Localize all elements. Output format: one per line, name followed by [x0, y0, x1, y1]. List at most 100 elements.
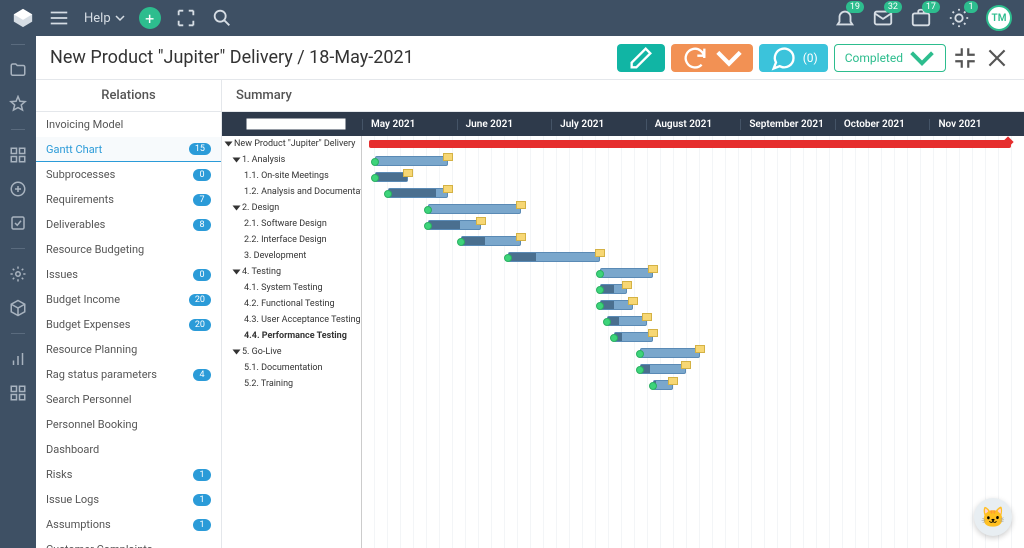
gantt-task-label: 2.1. Software Design [244, 219, 327, 229]
bar-end-flag-icon [516, 201, 526, 209]
gantt-task-row[interactable]: 4.3. User Acceptance Testing [222, 312, 361, 328]
bar-end-flag-icon [516, 233, 526, 241]
add-button[interactable]: + [139, 7, 161, 29]
sidebar-item[interactable]: Personnel Booking [36, 412, 221, 437]
gantt-bar[interactable] [600, 268, 653, 278]
sidebar-item[interactable]: Search Personnel [36, 387, 221, 412]
gantt-bar[interactable] [600, 284, 626, 294]
sidebar-item[interactable]: Resource Planning [36, 337, 221, 362]
close-icon[interactable] [984, 45, 1010, 71]
rail-gear-icon[interactable] [9, 265, 27, 283]
gantt-bar[interactable] [375, 172, 408, 182]
gantt-task-row[interactable]: 1.1. On-site Meetings [222, 168, 361, 184]
expand-caret-icon[interactable] [233, 158, 241, 163]
gantt-task-row[interactable]: 4.4. Performance Testing [222, 328, 361, 344]
rail-star-icon[interactable] [9, 95, 27, 113]
gantt-bar[interactable] [640, 348, 700, 358]
gantt-bar[interactable] [508, 252, 601, 262]
collapse-icon[interactable] [952, 45, 978, 71]
comments-button[interactable]: (0) [759, 44, 828, 72]
bar-end-flag-icon [681, 361, 691, 369]
sidebar-item[interactable]: Budget Expenses20 [36, 312, 221, 337]
fullscreen-icon[interactable] [175, 7, 197, 29]
user-avatar[interactable]: TM [986, 5, 1012, 31]
gantt-month-header: September 2021 [740, 119, 835, 130]
sidebar-item[interactable]: Risks1 [36, 462, 221, 487]
rail-apps-icon[interactable] [9, 146, 27, 164]
gantt-task-label: 3. Development [244, 251, 306, 261]
sidebar-item[interactable]: Dashboard [36, 437, 221, 462]
sidebar-item[interactable]: Gantt Chart15 [36, 137, 221, 162]
refresh-button[interactable] [671, 44, 753, 72]
gantt-task-row[interactable]: 4. Testing [222, 264, 361, 280]
gantt-bar[interactable] [428, 204, 521, 214]
gantt-task-row[interactable]: 4.1. System Testing [222, 280, 361, 296]
sidebar-item[interactable]: Deliverables8 [36, 212, 221, 237]
app-logo[interactable] [12, 7, 34, 29]
brightness-icon[interactable]: 1 [948, 7, 970, 29]
sidebar-item[interactable]: Invoicing Model [36, 112, 221, 137]
sidebar-item-count: 0 [193, 269, 211, 281]
sidebar-item[interactable]: Subprocesses0 [36, 162, 221, 187]
gantt-task-row[interactable]: New Product "Jupiter" Delivery [222, 136, 361, 152]
gantt-bar[interactable] [461, 236, 521, 246]
messages-icon[interactable]: 32 [872, 7, 894, 29]
expand-caret-icon[interactable] [225, 142, 233, 147]
gantt-task-row[interactable]: 5.2. Training [222, 376, 361, 392]
sidebar-item[interactable]: Resource Budgeting [36, 237, 221, 262]
gantt-task-row[interactable]: 4.2. Functional Testing [222, 296, 361, 312]
gantt-task-label: 4.2. Functional Testing [244, 299, 335, 309]
gantt-task-row[interactable]: 3. Development [222, 248, 361, 264]
content-tab-summary[interactable]: Summary [222, 80, 1024, 112]
notifications-icon[interactable]: 19 [834, 7, 856, 29]
gantt-bar[interactable] [640, 364, 686, 374]
expand-caret-icon[interactable] [233, 206, 241, 211]
gantt-task-label: 1.2. Analysis and Documentat.. [244, 187, 361, 197]
status-dropdown[interactable]: Completed [834, 44, 946, 72]
sidebar-item[interactable]: Customer Complaints [36, 537, 221, 548]
gantt-task-label: 5.1. Documentation [244, 363, 323, 373]
briefcase-icon[interactable]: 17 [910, 7, 932, 29]
gantt-bar[interactable] [428, 220, 481, 230]
gantt-task-row[interactable]: 2.2. Interface Design [222, 232, 361, 248]
sidebar-item-label: Resource Planning [46, 343, 137, 356]
gantt-bar[interactable] [375, 156, 448, 166]
sidebar-item[interactable]: Requirements 7 [36, 187, 221, 212]
gantt-bar[interactable] [600, 300, 633, 310]
sidebar-item[interactable]: Budget Income20 [36, 287, 221, 312]
gantt-task-row[interactable]: 5.1. Documentation [222, 360, 361, 376]
gantt-task-row[interactable]: 1. Analysis [222, 152, 361, 168]
sidebar-item[interactable]: Issue Logs1 [36, 487, 221, 512]
gantt-task-row[interactable]: 1.2. Analysis and Documentat.. [222, 184, 361, 200]
sidebar-item[interactable]: Rag status parameters4 [36, 362, 221, 387]
sidebar-item[interactable]: Issues0 [36, 262, 221, 287]
rail-check-icon[interactable] [9, 214, 27, 232]
gantt-chart-area[interactable] [362, 136, 1024, 548]
sidebar-item-label: Requirements [46, 193, 114, 206]
edit-button[interactable] [617, 44, 665, 72]
gantt-bar[interactable] [614, 332, 654, 342]
rail-box-icon[interactable] [9, 299, 27, 317]
rail-chart-icon[interactable] [9, 350, 27, 368]
gantt-bar[interactable] [369, 140, 1011, 148]
gantt-task-row[interactable]: 2.1. Software Design [222, 216, 361, 232]
sidebar-item-count: 7 [193, 194, 211, 206]
expand-caret-icon[interactable] [233, 350, 241, 355]
sidebar-item[interactable]: Assumptions1 [36, 512, 221, 537]
rail-folder-icon[interactable] [9, 61, 27, 79]
gantt-task-row[interactable]: 2. Design [222, 200, 361, 216]
bar-start-marker [636, 350, 644, 358]
gantt-bar[interactable] [607, 316, 647, 326]
chat-widget[interactable]: 🐱 [974, 498, 1012, 536]
sidebar-item-count: 4 [193, 369, 211, 381]
expand-caret-icon[interactable] [233, 270, 241, 275]
search-icon[interactable] [211, 7, 233, 29]
rail-add-icon[interactable] [9, 180, 27, 198]
menu-icon[interactable] [48, 7, 70, 29]
gantt-bar[interactable] [653, 380, 673, 390]
help-menu[interactable]: Help [84, 11, 125, 26]
gantt-task-row[interactable]: 5. Go-Live [222, 344, 361, 360]
gantt-bar[interactable] [388, 188, 448, 198]
gantt-task-label: 4.1. System Testing [244, 283, 323, 293]
rail-grid-icon[interactable] [9, 384, 27, 402]
